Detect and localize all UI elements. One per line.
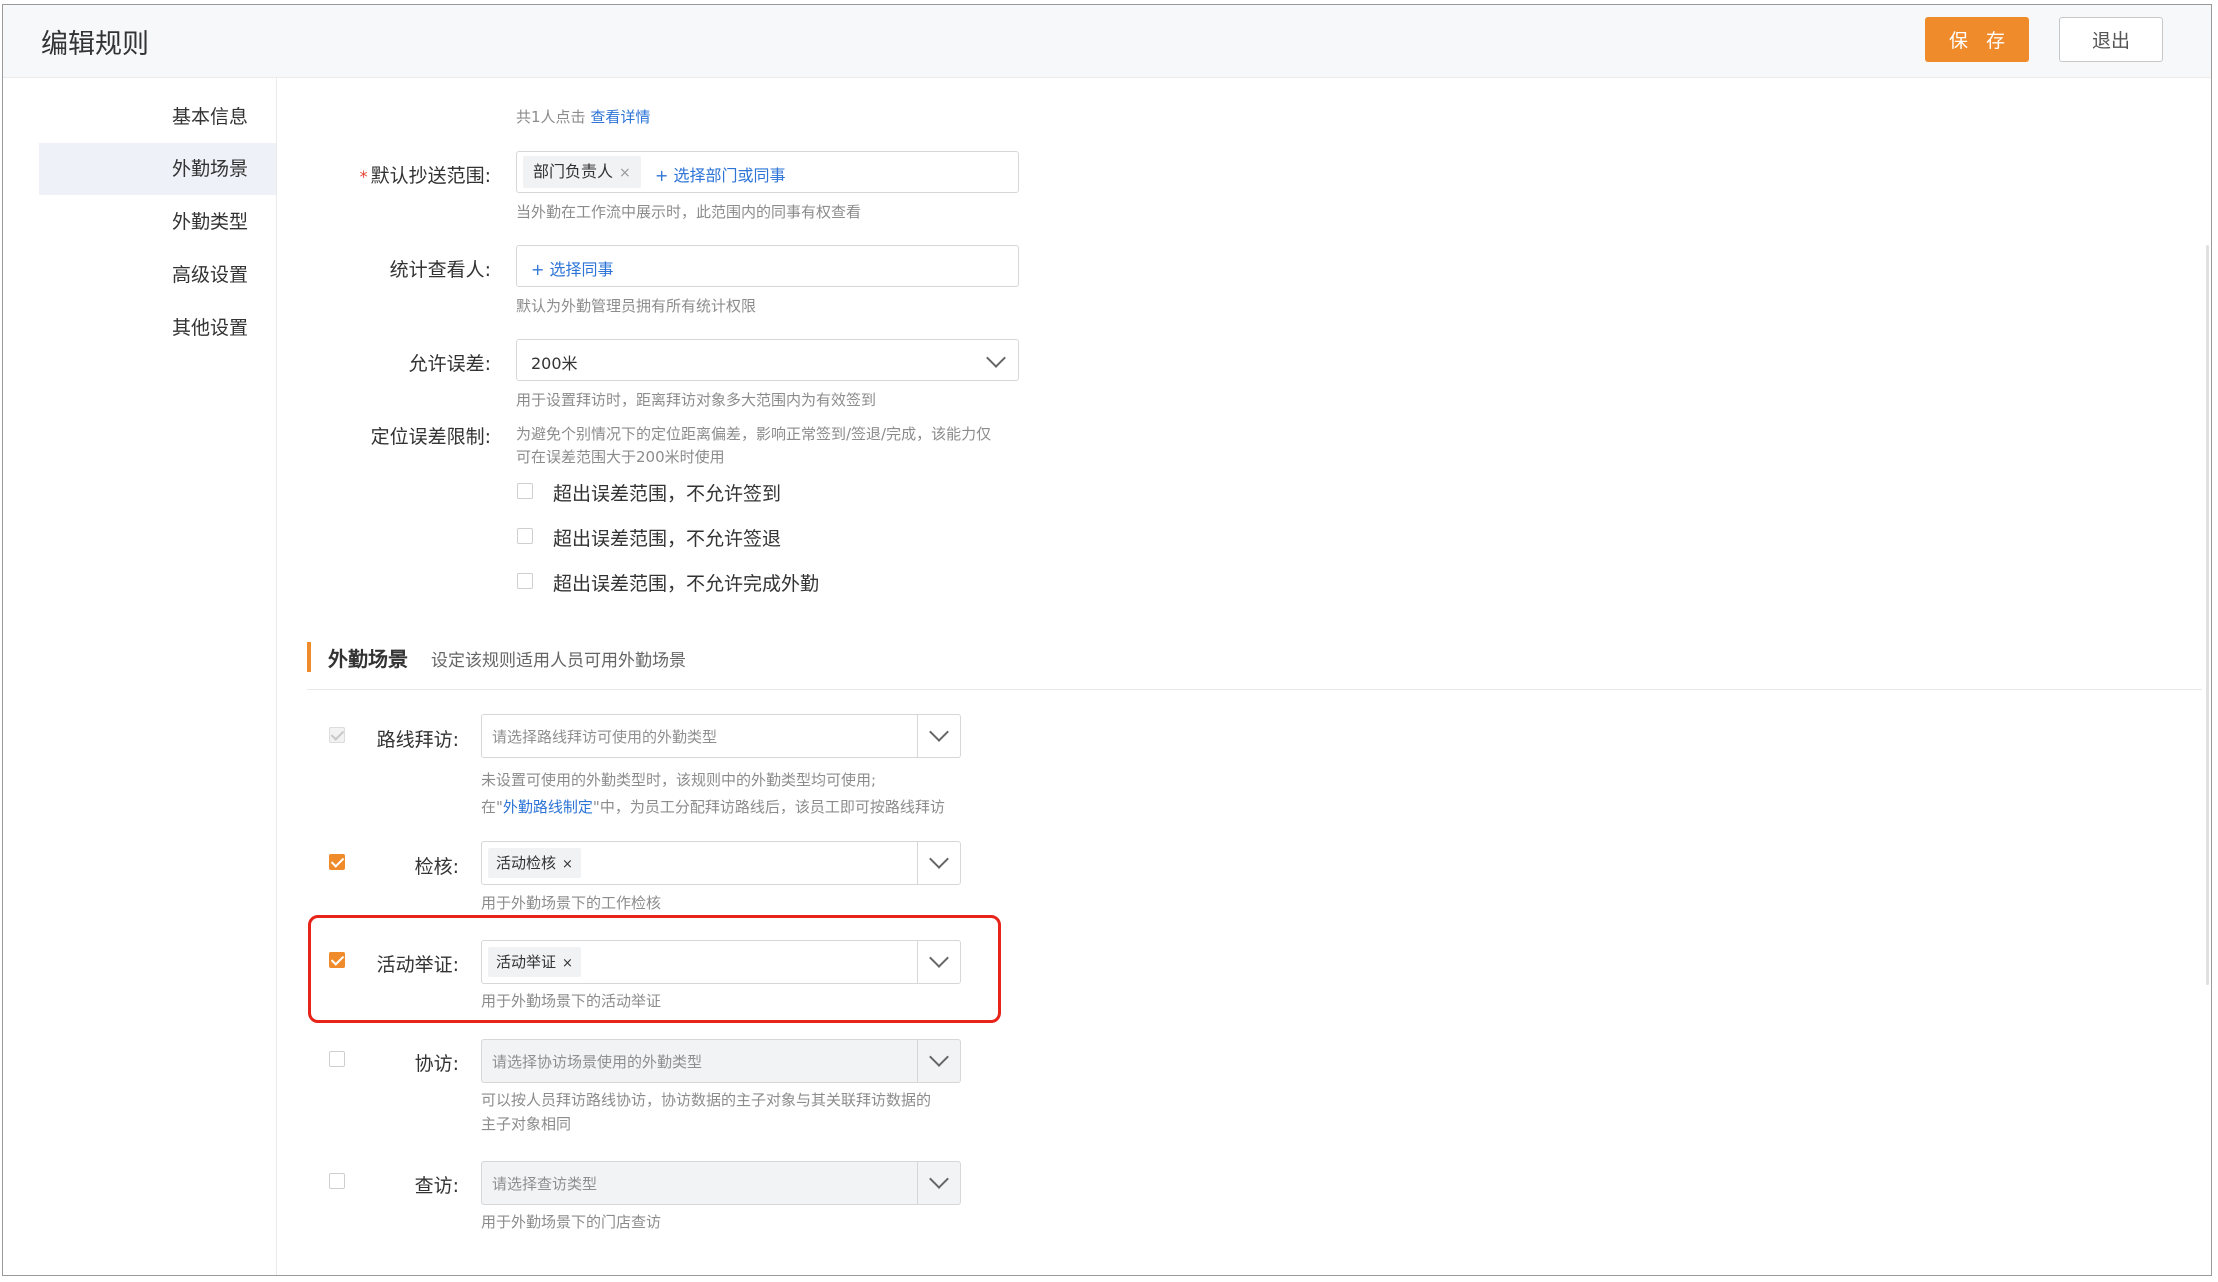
save-button[interactable]: 保 存 [1925,17,2029,62]
tolerance-select[interactable]: 200米 [516,339,1019,381]
chevron-down-icon [929,1047,949,1067]
tolerance-label: 允许误差: [408,353,491,375]
top-header: 编辑规则 保 存 退出 [3,5,2211,78]
inspection-checkbox[interactable] [329,854,345,870]
check-visit-placeholder: 请选择查访类型 [492,1175,598,1193]
inspection-select[interactable]: 活动检核 × [481,841,961,885]
no-complete-checkbox[interactable] [517,573,533,589]
chevron-down-icon [929,849,949,869]
inspection-tag-label: 活动检核 [496,854,557,872]
check-visit-checkbox[interactable] [329,1173,345,1189]
location-limit-label: 定位误差限制: [370,426,491,448]
page-title: 编辑规则 [41,29,149,60]
required-mark: * [359,167,368,186]
chevron-down-icon [929,722,949,742]
no-checkout-label: 超出误差范围，不允许签退 [553,528,782,550]
inspection-dropdown-toggle[interactable] [917,842,960,884]
no-checkout-checkbox[interactable] [517,528,533,544]
co-visit-dropdown-toggle[interactable] [917,1040,960,1082]
no-complete-label: 超出误差范围，不允许完成外勤 [553,573,820,595]
exit-button[interactable]: 退出 [2059,17,2163,62]
chevron-down-icon [986,348,1006,368]
route-visit-hint-line1: 未设置可使用的外勤类型时，该规则中的外勤类型均可使用; [481,771,877,789]
inspection-label: 检核: [414,856,459,878]
tolerance-value: 200米 [531,354,578,373]
location-limit-hint-line2: 可在误差范围大于200米时使用 [516,448,725,466]
co-visit-label: 协访: [414,1053,459,1075]
sidebar-item-basic-info[interactable]: 基本信息 [39,91,276,143]
co-visit-hint-line2: 主子对象相同 [481,1115,572,1133]
route-hint-post: "中，为员工分配拜访路线后，该员工即可按路线拜访 [592,798,945,816]
highlight-box [308,915,1001,1023]
no-checkin-label: 超出误差范围，不允许签到 [553,483,782,505]
click-count-text: 共1人点击 查看详情 [516,105,650,129]
dept-head-tag: 部门负责人 × [523,156,641,188]
stats-viewer-field[interactable]: + 选择同事 [516,245,1019,287]
sidebar-nav: 基本信息 外勤场景 外勤类型 高级设置 其他设置 [3,77,277,1275]
select-dept-or-colleague-link[interactable]: + 选择部门或同事 [655,162,786,186]
check-visit-select[interactable]: 请选择查访类型 [481,1161,961,1205]
route-visit-checkbox[interactable] [329,727,345,743]
dept-head-tag-label: 部门负责人 [533,162,614,181]
view-details-link[interactable]: 查看详情 [590,108,650,126]
sidebar-item-field-scene[interactable]: 外勤场景 [39,143,276,195]
close-icon[interactable]: × [619,165,631,181]
cc-scope-label-text: 默认抄送范围: [370,165,491,187]
route-visit-select[interactable]: 请选择路线拜访可使用的外勤类型 [481,714,961,758]
route-visit-dropdown-toggle[interactable] [917,715,960,757]
route-visit-placeholder: 请选择路线拜访可使用的外勤类型 [492,728,718,746]
route-hint-pre: 在" [481,798,503,816]
co-visit-select[interactable]: 请选择协访场景使用的外勤类型 [481,1039,961,1083]
sidebar-item-other[interactable]: 其他设置 [39,302,276,354]
click-count: 共1人点击 [516,108,586,126]
route-planning-link[interactable]: 外勤路线制定 [503,798,593,816]
section-divider [307,689,2202,690]
stats-viewer-hint: 默认为外勤管理员拥有所有统计权限 [516,297,757,315]
stats-viewer-label: 统计查看人: [389,259,491,281]
cc-scope-field[interactable]: 部门负责人 × + 选择部门或同事 [516,151,1019,193]
cc-scope-label: * 默认抄送范围: [355,161,491,188]
tolerance-hint: 用于设置拜访时，距离拜访对象多大范围内为有效签到 [516,391,877,409]
window-frame: 编辑规则 保 存 退出 基本信息 外勤场景 外勤类型 高级设置 其他设置 共1人… [2,4,2212,1276]
co-visit-placeholder: 请选择协访场景使用的外勤类型 [492,1053,703,1071]
sidebar-item-field-type[interactable]: 外勤类型 [39,196,276,248]
route-visit-hint-line2: 在"外勤路线制定"中，为员工分配拜访路线后，该员工即可按路线拜访 [481,795,945,819]
location-limit-hint-line1: 为避免个别情况下的定位距离偏差，影响正常签到/签退/完成，该能力仅 [516,425,992,443]
check-visit-dropdown-toggle[interactable] [917,1162,960,1204]
section-description: 设定该规则适用人员可用外勤场景 [431,651,686,671]
chevron-down-icon [929,1169,949,1189]
co-visit-hint-line1: 可以按人员拜访路线协访，协访数据的主子对象与其关联拜访数据的 [481,1091,932,1109]
section-title: 外勤场景 [328,647,408,671]
inspection-tag: 活动检核 × [488,848,581,878]
check-visit-hint: 用于外勤场景下的门店查访 [481,1213,662,1231]
section-accent-bar [307,642,311,672]
co-visit-checkbox[interactable] [329,1051,345,1067]
inspection-hint: 用于外勤场景下的工作检核 [481,894,662,912]
no-checkin-checkbox[interactable] [517,483,533,499]
cc-scope-hint: 当外勤在工作流中展示时，此范围内的同事有权查看 [516,203,862,221]
select-colleague-link[interactable]: + 选择同事 [531,256,614,280]
check-visit-label: 查访: [414,1175,459,1197]
close-icon[interactable]: × [562,857,573,872]
scrollbar[interactable] [2206,245,2209,985]
route-visit-label: 路线拜访: [376,729,459,751]
sidebar-item-advanced[interactable]: 高级设置 [39,249,276,301]
